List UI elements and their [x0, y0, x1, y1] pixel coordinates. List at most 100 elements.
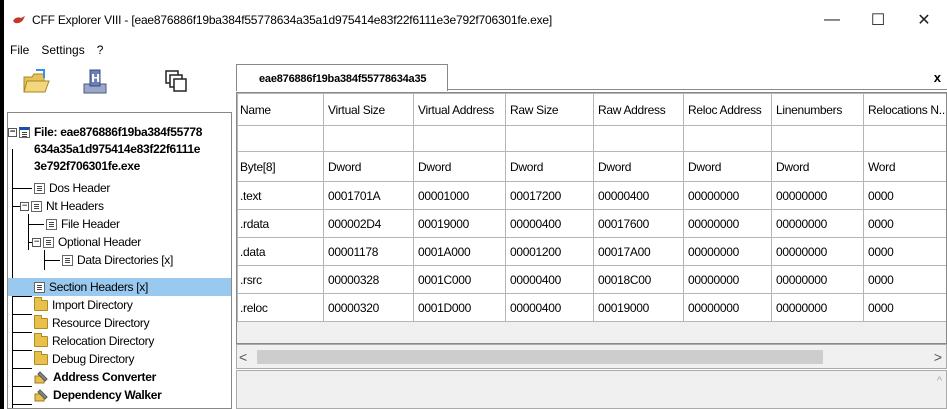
minimize-button[interactable]: —	[809, 0, 855, 40]
table-row[interactable]: .text 0001701A 00001000 00017200 0000040…	[237, 181, 946, 210]
table-cell[interactable]: .text	[237, 181, 324, 210]
tree-item-optional-header[interactable]: − Optional Header	[32, 233, 141, 251]
table-cell[interactable]: 00000000	[771, 237, 864, 266]
tree-item-label: Address Converter	[53, 370, 156, 384]
column-header[interactable]: Linenumbers	[771, 93, 864, 126]
hex-editor-pane[interactable]: ^	[236, 370, 947, 409]
table-cell[interactable]: 00000000	[683, 265, 772, 294]
maximize-button[interactable]: ☐	[855, 0, 901, 40]
close-button[interactable]: ✕	[901, 0, 947, 40]
table-cell[interactable]: .rsrc	[237, 265, 324, 294]
table-cell[interactable]: 0000	[863, 293, 946, 322]
table-cell[interactable]: 00000000	[771, 209, 864, 238]
menu-settings[interactable]: Settings	[35, 43, 90, 57]
column-header[interactable]: Name	[237, 93, 324, 126]
table-cell[interactable]: 00000400	[505, 265, 594, 294]
collapse-icon[interactable]: −	[32, 237, 41, 247]
table-cell[interactable]: 00000400	[593, 181, 684, 210]
table-cell[interactable]: .rdata	[237, 209, 324, 238]
horizontal-scrollbar[interactable]: < >	[236, 344, 947, 369]
tree-item-label: Dos Header	[49, 181, 111, 195]
table-cell[interactable]: 0001701A	[323, 181, 414, 210]
scroll-up-icon[interactable]: ^	[937, 375, 942, 387]
table-cell[interactable]: 00019000	[413, 209, 506, 238]
table-cell[interactable]: 00000000	[771, 293, 864, 322]
table-cell[interactable]: 00017A00	[593, 237, 684, 266]
tree-item-dependency-walker[interactable]: Dependency Walker	[34, 386, 162, 404]
tree-item-dos-header[interactable]: Dos Header	[34, 179, 110, 197]
tab-strip: eae876886f19ba384f55778634a35 x	[236, 62, 947, 91]
table-cell[interactable]: .reloc	[237, 293, 324, 322]
scroll-right-icon[interactable]: >	[934, 349, 942, 365]
table-cell[interactable]: 000002D4	[323, 209, 414, 238]
table-cell[interactable]: 0001C000	[413, 265, 506, 294]
table-cell[interactable]: 00000000	[683, 181, 772, 210]
root-label-line3: 3e792f706301fe.exe	[34, 159, 141, 173]
table-cell[interactable]: 0000	[863, 209, 946, 238]
tree-item-file-header[interactable]: File Header	[46, 215, 120, 233]
tree-item-data-directories[interactable]: Data Directories [x]	[62, 251, 173, 269]
tree-item-debug-directory[interactable]: Debug Directory	[34, 350, 135, 368]
column-header[interactable]: Relocations N...	[863, 93, 946, 126]
column-header[interactable]: Raw Address	[593, 93, 684, 126]
toolbar: H	[4, 60, 234, 110]
column-header[interactable]: Virtual Address	[413, 93, 506, 126]
menu-help[interactable]: ?	[91, 43, 110, 57]
column-header[interactable]: Raw Size	[505, 93, 594, 126]
title-bar: CFF Explorer VIII - [eae876886f19ba384f5…	[4, 0, 947, 40]
section-table: Name Virtual Size Virtual Address Raw Si…	[237, 93, 946, 322]
tree-item-import-directory[interactable]: Import Directory	[34, 296, 133, 314]
table-cell[interactable]: 00001178	[323, 237, 414, 266]
table-cell[interactable]: 00000328	[323, 265, 414, 294]
open-folder-icon[interactable]	[22, 68, 52, 96]
table-cell[interactable]: 00017600	[593, 209, 684, 238]
table-cell[interactable]: 00000000	[683, 237, 772, 266]
tree-item-address-converter[interactable]: Address Converter	[34, 368, 156, 386]
file-tree: − File: eae876886f19ba384f55778 634a35a1…	[7, 112, 232, 409]
collapse-icon[interactable]: −	[20, 201, 29, 211]
scroll-left-icon[interactable]: <	[239, 349, 247, 365]
save-disk-icon[interactable]: H	[82, 68, 108, 96]
tree-item-resource-directory[interactable]: Resource Directory	[34, 314, 150, 332]
table-cell[interactable]: 00000320	[323, 293, 414, 322]
menu-file[interactable]: File	[4, 43, 35, 57]
table-cell[interactable]: 00001000	[413, 181, 506, 210]
table-row[interactable]: .rsrc 00000328 0001C000 00000400 00018C0…	[237, 265, 946, 294]
table-row[interactable]: .reloc 00000320 0001D000 00000400 000190…	[237, 293, 946, 322]
struct-icon	[34, 281, 45, 293]
table-cell[interactable]: 00000000	[771, 265, 864, 294]
table-cell[interactable]: .data	[237, 237, 324, 266]
table-cell[interactable]: 00000400	[505, 293, 594, 322]
root-label-line2: 634a35a1d975414e83f22f6111e	[34, 142, 201, 156]
table-cell[interactable]: 0000	[863, 237, 946, 266]
table-cell[interactable]: 00001200	[505, 237, 594, 266]
table-row[interactable]: .rdata 000002D4 00019000 00000400 000176…	[237, 209, 946, 238]
column-header[interactable]: Virtual Size	[323, 93, 414, 126]
close-tab-button[interactable]: x	[934, 70, 941, 85]
root-label-line1: File: eae876886f19ba384f55778	[34, 125, 203, 139]
svg-text:H: H	[91, 72, 100, 85]
table-cell[interactable]: 00000400	[505, 209, 594, 238]
table-cell[interactable]: 0000	[863, 265, 946, 294]
collapse-icon[interactable]: −	[8, 127, 17, 137]
table-cell[interactable]: 00000000	[771, 181, 864, 210]
tree-root-file[interactable]: − File: eae876886f19ba384f55778	[8, 123, 202, 141]
table-cell[interactable]: 0000	[863, 181, 946, 210]
column-header[interactable]: Reloc Address	[683, 93, 772, 126]
table-cell[interactable]: 00019000	[593, 293, 684, 322]
tree-item-section-headers[interactable]: Section Headers [x]	[8, 278, 231, 296]
scroll-thumb[interactable]	[257, 350, 823, 364]
type-cell: Dword	[771, 151, 864, 182]
table-cell[interactable]: 00017200	[505, 181, 594, 210]
table-cell[interactable]: 00000000	[683, 209, 772, 238]
table-cell[interactable]: 00018C00	[593, 265, 684, 294]
table-cell[interactable]: 0001D000	[413, 293, 506, 322]
tab-file[interactable]: eae876886f19ba384f55778634a35	[236, 64, 448, 91]
tree-item-relocation-directory[interactable]: Relocation Directory	[34, 332, 154, 350]
windows-icon[interactable]	[164, 68, 188, 96]
type-cell: Dword	[323, 151, 414, 182]
table-cell[interactable]: 00000000	[683, 293, 772, 322]
table-row[interactable]: .data 00001178 0001A000 00001200 00017A0…	[237, 237, 946, 266]
table-cell[interactable]: 0001A000	[413, 237, 506, 266]
tree-item-nt-headers[interactable]: − Nt Headers	[20, 197, 104, 215]
